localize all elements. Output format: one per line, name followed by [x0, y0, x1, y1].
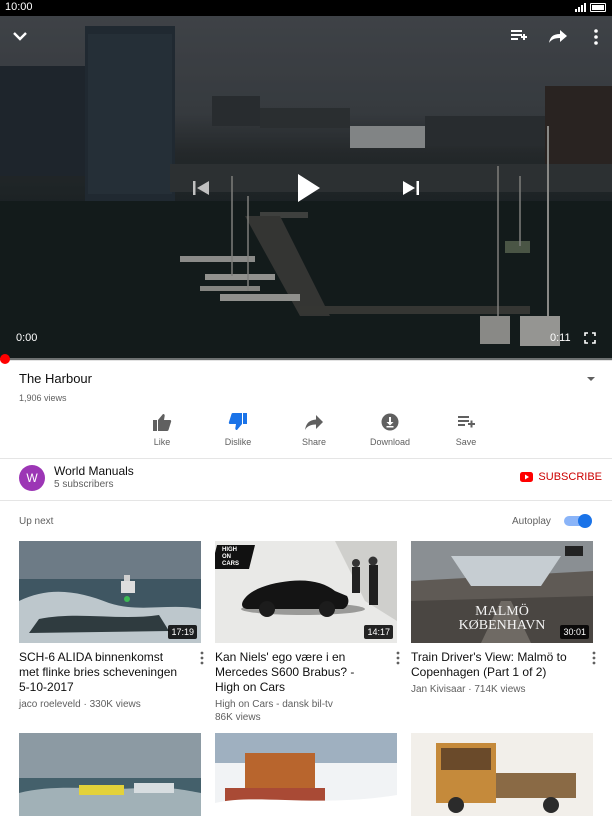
video-meta: Jan Kivisaar · 714K views [411, 684, 526, 695]
video-thumbnail[interactable]: HIGH ON CARS 14:17 [215, 541, 397, 643]
chevron-down-icon[interactable] [12, 30, 28, 42]
battery-icon [590, 3, 606, 12]
video-title[interactable]: SCH-6 ALIDA binnenkomst met flinke bries… [19, 650, 185, 695]
up-next-label: Up next [19, 516, 54, 527]
youtube-logo-icon [520, 472, 534, 482]
more-vert-icon[interactable] [199, 651, 205, 665]
play-icon[interactable] [296, 172, 322, 204]
playlist-add-icon [458, 416, 475, 428]
download-icon [381, 413, 399, 431]
video-duration-badge: 14:17 [364, 625, 393, 639]
skip-previous-icon[interactable] [192, 180, 210, 196]
thumbnail-image [215, 733, 397, 816]
video-thumbnail[interactable]: 17:19 [19, 541, 201, 643]
download-label: Download [369, 437, 411, 447]
view-count: 1,906 views [19, 393, 67, 403]
video-duration-badge: 30:01 [560, 625, 589, 639]
skip-next-icon[interactable] [402, 180, 420, 196]
progress-bar[interactable] [0, 358, 612, 361]
video-thumbnail[interactable] [411, 733, 593, 816]
video-title[interactable]: Train Driver's View: Malmö to Copenhagen… [411, 650, 577, 680]
channel-avatar[interactable]: W [19, 465, 45, 491]
video-thumbnail[interactable] [19, 733, 201, 816]
dislike-button[interactable]: Dislike [200, 412, 276, 452]
video-actions: Like Dislike Share Download Save [124, 412, 504, 452]
channel-name[interactable]: World Manuals [54, 464, 134, 478]
download-button[interactable]: Download [352, 412, 428, 452]
expand-description-icon[interactable] [586, 375, 596, 383]
add-to-queue-icon[interactable] [510, 28, 528, 44]
save-label: Save [455, 437, 477, 447]
status-time: 10:00 [5, 1, 33, 13]
share-button[interactable]: Share [276, 412, 352, 452]
share-label: Share [301, 437, 327, 447]
autoplay-toggle[interactable] [564, 514, 594, 528]
dislike-label: Dislike [224, 437, 252, 447]
fullscreen-icon[interactable] [584, 332, 596, 344]
like-label: Like [153, 437, 171, 447]
divider [0, 458, 612, 459]
video-card[interactable]: MALMÖ KØBENHAVN 30:01 Train Driver's Vie… [411, 541, 596, 696]
subscriber-count: 5 subscribers [54, 479, 114, 490]
video-card[interactable]: HIGH ON CARS 14:17 Kan Niels' ego være i… [215, 541, 400, 724]
save-button[interactable]: Save [428, 412, 504, 452]
video-duration-badge: 17:19 [168, 625, 197, 639]
subscribe-button[interactable]: SUBSCRIBE [520, 471, 602, 483]
video-meta: jaco roeleveld · 330K views [19, 699, 141, 710]
thumbnail-image [411, 733, 593, 816]
current-time: 0:00 [16, 332, 38, 344]
more-vert-icon[interactable] [592, 28, 600, 46]
thumb-down-icon [228, 413, 247, 430]
status-icons [575, 3, 606, 12]
video-thumbnail[interactable] [215, 733, 397, 816]
like-button[interactable]: Like [124, 412, 200, 452]
progress-scrubber[interactable] [0, 354, 10, 364]
subscribe-label: SUBSCRIBE [538, 471, 602, 483]
video-duration: 0:11 [550, 332, 571, 344]
status-bar: 10:00 [0, 0, 612, 16]
video-player[interactable]: 0:00 0:11 [0, 16, 612, 360]
thumbnail-image [19, 733, 201, 816]
video-card[interactable]: 17:19 SCH-6 ALIDA binnenkomst met flinke… [19, 541, 204, 711]
video-title: The Harbour [19, 371, 92, 386]
divider [0, 500, 612, 501]
share-icon [305, 415, 323, 430]
thumb-up-icon [153, 414, 172, 431]
share-icon[interactable] [548, 28, 568, 44]
video-thumbnail[interactable]: MALMÖ KØBENHAVN 30:01 [411, 541, 593, 643]
more-vert-icon[interactable] [395, 651, 401, 665]
signal-icon [575, 3, 586, 12]
video-meta: High on Cars - dansk bil-tv 86K views [215, 699, 333, 723]
video-title[interactable]: Kan Niels' ego være i en Mercedes S600 B… [215, 650, 381, 695]
more-vert-icon[interactable] [591, 651, 597, 665]
autoplay-label: Autoplay [512, 516, 551, 527]
thumbnail-logo: HIGH ON CARS [222, 547, 240, 567]
